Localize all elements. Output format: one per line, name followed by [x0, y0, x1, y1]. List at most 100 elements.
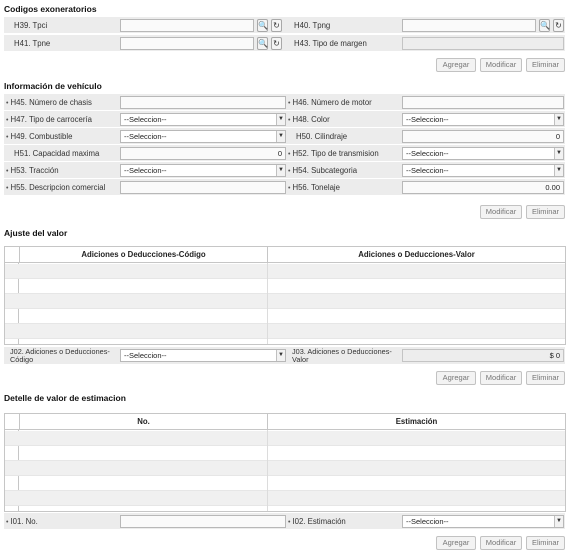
- label-h55: H55. Descripcion comercial: [10, 183, 106, 192]
- label-j02: J02. Adiciones o Deducciones-Código: [10, 347, 110, 364]
- modificar-button[interactable]: Modificar: [480, 58, 522, 72]
- modificar-button[interactable]: Modificar: [480, 536, 522, 550]
- h54-value: --Seleccion--: [406, 166, 449, 175]
- section-title-ajuste: Ajuste del valor: [4, 228, 68, 238]
- chevron-down-icon[interactable]: ▼: [276, 165, 285, 176]
- chevron-down-icon[interactable]: ▼: [276, 131, 285, 142]
- label-h39: H39. Tpci: [14, 21, 48, 30]
- row-h56: • H56. Tonelaje 0.00: [286, 179, 565, 196]
- h46-input[interactable]: [402, 96, 564, 109]
- chevron-down-icon[interactable]: ▼: [554, 148, 563, 159]
- modificar-button[interactable]: Modificar: [480, 371, 522, 385]
- h41-input[interactable]: [120, 37, 254, 50]
- row-i01: • I01. No.: [4, 513, 286, 530]
- label-h49: H49. Combustible: [10, 132, 73, 141]
- h48-select[interactable]: --Seleccion-- ▼: [402, 113, 564, 126]
- h52-select[interactable]: --Seleccion-- ▼: [402, 147, 564, 160]
- h49-select[interactable]: --Seleccion-- ▼: [120, 130, 286, 143]
- required-icon: •: [288, 151, 291, 158]
- chevron-down-icon[interactable]: ▼: [554, 165, 563, 176]
- required-icon: •: [288, 117, 291, 124]
- i01-input[interactable]: [120, 515, 286, 528]
- column-header[interactable]: Adiciones o Deducciones-Valor: [267, 247, 565, 263]
- detalle-table: No. Estimación: [4, 413, 566, 512]
- reset-icon[interactable]: ↻: [271, 19, 282, 32]
- column-header[interactable]: Adiciones o Deducciones-Código: [19, 247, 267, 263]
- required-icon: •: [288, 100, 291, 107]
- search-icon[interactable]: 🔍: [539, 19, 550, 32]
- search-icon[interactable]: 🔍: [257, 37, 268, 50]
- required-icon: •: [6, 117, 9, 124]
- eliminar-button[interactable]: Eliminar: [526, 371, 565, 385]
- agregar-button[interactable]: Agregar: [436, 371, 476, 385]
- table-row[interactable]: [5, 446, 565, 461]
- agregar-button[interactable]: Agregar: [436, 536, 476, 550]
- table-row[interactable]: [5, 461, 565, 476]
- required-icon: •: [6, 100, 9, 107]
- row-h41: H41. Tpne 🔍 ↻: [4, 35, 286, 52]
- table-row[interactable]: [5, 431, 565, 446]
- row-j02: J02. Adiciones o Deducciones-Código --Se…: [4, 347, 286, 365]
- label-i01: I01. No.: [10, 517, 38, 526]
- h47-select[interactable]: --Seleccion-- ▼: [120, 113, 286, 126]
- h48-value: --Seleccion--: [406, 115, 449, 124]
- label-h51: H51. Capacidad maxima: [14, 149, 100, 158]
- column-header[interactable]: Estimación: [267, 414, 565, 430]
- row-h47: • H47. Tipo de carrocería --Seleccion-- ▼: [4, 111, 286, 128]
- eliminar-button[interactable]: Eliminar: [526, 205, 565, 219]
- h39-input[interactable]: [120, 19, 254, 32]
- h53-select[interactable]: --Seleccion-- ▼: [120, 164, 286, 177]
- section-title-vehiculo: Información de vehículo: [4, 81, 102, 91]
- required-icon: •: [288, 185, 291, 192]
- i02-select[interactable]: --Seleccion-- ▼: [402, 515, 564, 528]
- table-row[interactable]: [5, 264, 565, 279]
- eliminar-button[interactable]: Eliminar: [526, 58, 565, 72]
- row-h54: • H54. Subcategoria --Seleccion-- ▼: [286, 162, 565, 179]
- label-h47: H47. Tipo de carrocería: [10, 115, 92, 124]
- h49-value: --Seleccion--: [124, 132, 167, 141]
- table-row[interactable]: [5, 294, 565, 309]
- ajuste-table: Adiciones o Deducciones-Código Adiciones…: [4, 246, 566, 345]
- eliminar-button[interactable]: Eliminar: [526, 536, 565, 550]
- label-h50: H50. Cilindraje: [296, 132, 348, 141]
- table-row[interactable]: [5, 279, 565, 294]
- label-h40: H40. Tpng: [294, 21, 331, 30]
- chevron-down-icon[interactable]: ▼: [276, 350, 285, 361]
- label-h54: H54. Subcategoria: [292, 166, 358, 175]
- label-h53: H53. Tracción: [10, 166, 59, 175]
- modificar-button[interactable]: Modificar: [480, 205, 522, 219]
- j02-select[interactable]: --Seleccion-- ▼: [120, 349, 286, 362]
- label-h56: H56. Tonelaje: [292, 183, 340, 192]
- label-h48: H48. Color: [292, 115, 330, 124]
- section-title-codigos: Codigos exoneratorios: [4, 4, 97, 14]
- h56-input[interactable]: 0.00: [402, 181, 564, 194]
- j02-value: --Seleccion--: [124, 351, 167, 360]
- j03-field: $ 0: [402, 349, 564, 362]
- table-row[interactable]: [5, 476, 565, 491]
- reset-icon[interactable]: ↻: [271, 37, 282, 50]
- chevron-down-icon[interactable]: ▼: [276, 114, 285, 125]
- table-row[interactable]: [5, 324, 565, 339]
- agregar-button[interactable]: Agregar: [436, 58, 476, 72]
- h53-value: --Seleccion--: [124, 166, 167, 175]
- row-h50: H50. Cilindraje 0: [286, 128, 565, 145]
- column-header[interactable]: No.: [19, 414, 267, 430]
- row-h55: • H55. Descripcion comercial: [4, 179, 286, 196]
- table-row[interactable]: [5, 491, 565, 506]
- table-row[interactable]: [5, 309, 565, 324]
- chevron-down-icon[interactable]: ▼: [554, 516, 563, 527]
- required-icon: •: [6, 168, 9, 175]
- search-icon[interactable]: 🔍: [257, 19, 268, 32]
- h55-input[interactable]: [120, 181, 286, 194]
- label-i02: I02. Estimación: [292, 517, 346, 526]
- row-h49: • H49. Combustible --Seleccion-- ▼: [4, 128, 286, 145]
- h40-input[interactable]: [402, 19, 536, 32]
- label-j03: J03. Adiciones o Deducciones-Valor: [292, 347, 392, 364]
- chevron-down-icon[interactable]: ▼: [554, 114, 563, 125]
- h54-select[interactable]: --Seleccion-- ▼: [402, 164, 564, 177]
- h45-input[interactable]: [120, 96, 286, 109]
- reset-icon[interactable]: ↻: [553, 19, 564, 32]
- h50-input[interactable]: 0: [402, 130, 564, 143]
- h51-input[interactable]: 0: [120, 147, 286, 160]
- label-h41: H41. Tpne: [14, 39, 51, 48]
